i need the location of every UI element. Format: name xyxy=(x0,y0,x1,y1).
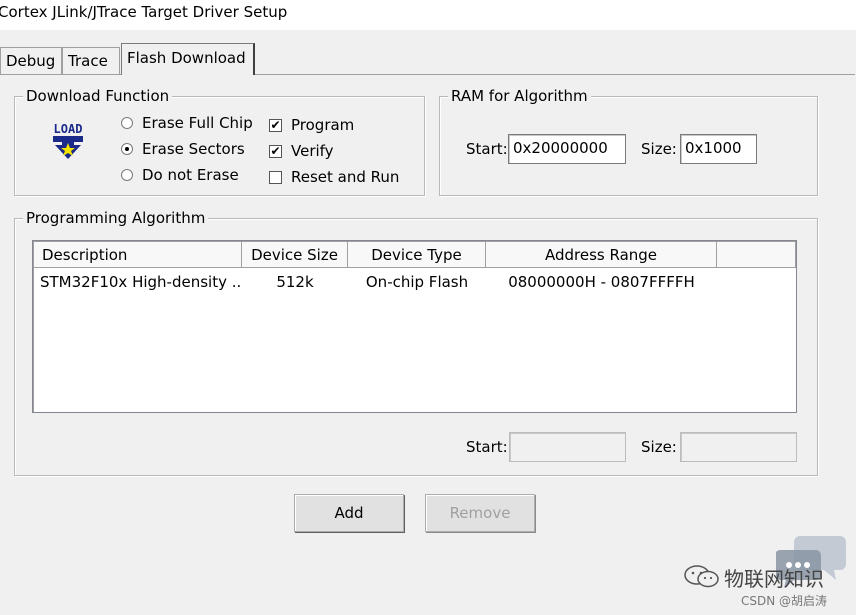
column-device-size[interactable]: Device Size xyxy=(242,242,348,268)
table-row[interactable]: STM32F10x High-density ... 512k On-chip … xyxy=(34,270,717,294)
algo-size-input[interactable] xyxy=(680,432,797,462)
radio-erase-full-chip[interactable]: Erase Full Chip xyxy=(121,114,253,132)
load-icon-text: LOAD xyxy=(54,122,83,136)
ram-for-algorithm-label: RAM for Algorithm xyxy=(448,86,591,106)
ram-start-input[interactable]: 0x20000000 xyxy=(508,134,626,164)
load-icon: LOAD xyxy=(48,120,88,160)
check-icon[interactable]: ✔ xyxy=(269,118,282,132)
checkbox-verify[interactable]: ✔ Verify xyxy=(269,142,334,160)
remove-button[interactable]: Remove xyxy=(425,494,535,532)
programming-algorithm-label: Programming Algorithm xyxy=(23,208,209,228)
checkbox-reset-and-run[interactable]: Reset and Run xyxy=(269,168,399,186)
radio-button[interactable] xyxy=(121,117,133,129)
checkbox-box[interactable] xyxy=(269,170,282,184)
tab-trace[interactable]: Trace xyxy=(62,47,120,74)
radio-button[interactable] xyxy=(121,169,133,181)
algo-start-input[interactable] xyxy=(509,432,626,462)
cell-description: STM32F10x High-density ... xyxy=(40,273,242,291)
column-address-range[interactable]: Address Range xyxy=(486,242,717,268)
verify-label: Verify xyxy=(291,142,334,160)
ram-start-label: Start: xyxy=(466,140,508,158)
algo-start-label: Start: xyxy=(466,438,508,456)
cell-device-type: On-chip Flash xyxy=(365,273,469,291)
tab-debug[interactable]: Debug xyxy=(0,47,62,74)
radio-button-selected[interactable] xyxy=(121,143,133,155)
wechat-icon xyxy=(684,565,719,588)
do-not-erase-label: Do not Erase xyxy=(142,166,239,184)
erase-full-chip-label: Erase Full Chip xyxy=(142,114,253,132)
column-filler xyxy=(717,242,796,268)
program-label: Program xyxy=(291,116,355,134)
cell-address-range: 08000000H - 0807FFFFH xyxy=(508,273,695,291)
check-icon[interactable]: ✔ xyxy=(269,144,282,158)
algorithm-list[interactable]: Description Device Size Device Type Addr… xyxy=(32,240,797,413)
title-bar: Cortex JLink/JTrace Target Driver Setup xyxy=(0,0,856,30)
reset-and-run-label: Reset and Run xyxy=(291,168,400,186)
ram-size-input[interactable]: 0x1000 xyxy=(680,134,757,164)
list-header: Description Device Size Device Type Addr… xyxy=(34,242,796,268)
column-device-type[interactable]: Device Type xyxy=(348,242,486,268)
checkbox-program[interactable]: ✔ Program xyxy=(269,116,354,134)
algo-size-label: Size: xyxy=(641,438,677,456)
add-button[interactable]: Add xyxy=(294,494,404,532)
radio-do-not-erase[interactable]: Do not Erase xyxy=(121,166,239,184)
watermark-brand: 物联网知识 xyxy=(724,567,824,591)
watermark-credit: CSDN @胡启涛 xyxy=(741,594,828,608)
column-description[interactable]: Description xyxy=(34,242,242,268)
tab-flash-download[interactable]: Flash Download xyxy=(121,43,255,75)
cell-device-size: 512k xyxy=(276,273,314,291)
erase-sectors-label: Erase Sectors xyxy=(142,140,245,158)
window-title: Cortex JLink/JTrace Target Driver Setup xyxy=(0,3,288,21)
ram-size-label: Size: xyxy=(641,140,677,158)
radio-erase-sectors[interactable]: Erase Sectors xyxy=(121,140,245,158)
download-function-label: Download Function xyxy=(23,86,173,106)
